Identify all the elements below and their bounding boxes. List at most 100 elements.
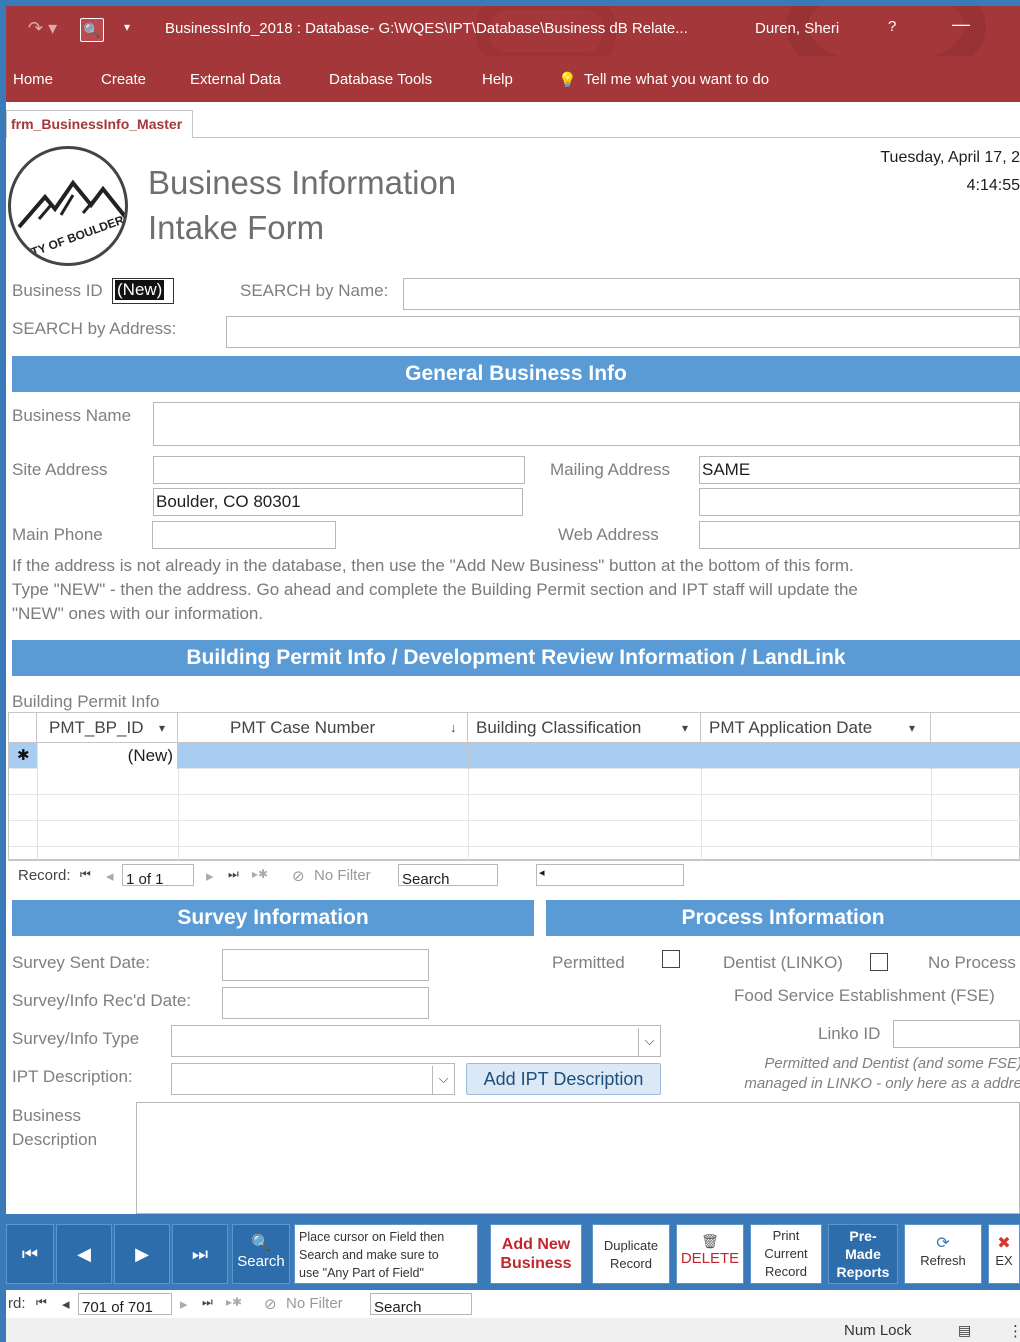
form-view-icon[interactable]: ▤: [958, 1322, 971, 1339]
column-building-classification-label: Building Classification: [476, 718, 642, 737]
main-phone-input[interactable]: [152, 521, 336, 549]
empty-row: [9, 795, 1020, 821]
first-record-button[interactable]: ⏮: [6, 1224, 54, 1284]
premade-label-line2: Made: [845, 1246, 881, 1262]
pre-made-reports-button[interactable]: Pre- Made Reports: [828, 1224, 898, 1284]
duplicate-label-line1: Duplicate: [603, 1238, 659, 1253]
search-button[interactable]: 🔍 Search: [232, 1224, 290, 1284]
quick-access-dropdown-icon[interactable]: ▾: [124, 20, 130, 34]
form-title-line1: Business Information: [148, 164, 457, 201]
chevron-down-icon[interactable]: ⌵: [638, 1028, 660, 1056]
last-record-button[interactable]: ⏭: [172, 1224, 228, 1284]
survey-recd-input[interactable]: [222, 987, 429, 1019]
column-dropdown-icon[interactable]: ▾: [159, 713, 165, 743]
last-record-icon[interactable]: ⏭: [228, 867, 239, 882]
new-record-row[interactable]: ✱ (New): [9, 743, 1020, 769]
next-record-button[interactable]: ▶: [114, 1224, 170, 1284]
ipt-description-select[interactable]: ⌵: [171, 1063, 455, 1095]
linko-note: Permitted and Dentist (and some FSE) man…: [692, 1054, 1020, 1094]
empty-row: [9, 769, 1020, 795]
mailing-address-input[interactable]: SAME: [699, 456, 1020, 484]
column-pmt-bp-id[interactable]: PMT_BP_ID ▾: [37, 713, 178, 743]
print-current-record-button[interactable]: Print Current Record: [750, 1224, 822, 1284]
prev-record-icon[interactable]: ◂: [62, 1295, 70, 1313]
duplicate-record-button[interactable]: Duplicate Record: [592, 1224, 670, 1284]
layout-view-icon[interactable]: ⋮: [1008, 1322, 1020, 1340]
minimize-button[interactable]: —: [952, 14, 970, 35]
new-record-icon[interactable]: ▸✱: [252, 867, 268, 881]
mailing-address-line2-input[interactable]: [699, 488, 1020, 516]
cell-divider: [701, 743, 702, 769]
first-record-icon[interactable]: ⏮: [36, 1295, 47, 1310]
business-description-input[interactable]: [136, 1102, 1020, 1214]
business-name-input[interactable]: [153, 402, 1020, 446]
exit-button[interactable]: ✖ EX: [988, 1224, 1020, 1284]
first-record-icon[interactable]: ⏮: [80, 867, 91, 882]
column-pmt-application-date[interactable]: PMT Application Date ▾: [701, 713, 931, 743]
new-record-icon[interactable]: ▸✱: [226, 1295, 242, 1309]
tell-me-box[interactable]: Tell me what you want to do: [584, 71, 769, 88]
previous-record-button[interactable]: ◀: [56, 1224, 112, 1284]
general-info-heading: General Business Info: [12, 356, 1020, 392]
undo-icon[interactable]: ↷ ▾: [28, 18, 57, 39]
column-building-classification[interactable]: Building Classification ▾: [468, 713, 701, 743]
subform-search-input[interactable]: Search: [398, 864, 498, 888]
dentist-checkbox[interactable]: [870, 953, 888, 971]
column-dropdown-icon[interactable]: ▾: [682, 713, 688, 743]
print-preview-icon[interactable]: 🔍: [80, 18, 104, 42]
column-divider: [701, 769, 702, 861]
survey-type-select[interactable]: ⌵: [171, 1025, 661, 1057]
site-address-input[interactable]: [153, 456, 525, 484]
column-divider: [468, 769, 469, 861]
add-new-business-button[interactable]: Add New Business: [490, 1224, 582, 1284]
form-search-input[interactable]: Search: [370, 1293, 472, 1316]
city-state-zip-input[interactable]: Boulder, CO 80301: [153, 488, 523, 516]
survey-type-label: Survey/Info Type: [12, 1029, 140, 1048]
business-id-field[interactable]: (New): [112, 278, 174, 304]
tab-home[interactable]: Home: [13, 71, 53, 88]
survey-heading: Survey Information: [12, 900, 534, 936]
scroll-left-icon[interactable]: ◂: [539, 866, 545, 879]
premade-label-line1: Pre-: [849, 1228, 877, 1244]
record-position-input[interactable]: 701 of 701: [78, 1293, 172, 1316]
tab-help[interactable]: Help: [482, 71, 513, 88]
search-address-input[interactable]: [226, 316, 1020, 348]
column-pmt-case-number[interactable]: PMT Case Number ↓: [178, 713, 468, 743]
no-filter-indicator[interactable]: No Filter: [314, 867, 371, 884]
sort-arrow-icon[interactable]: ↓: [450, 713, 457, 743]
intake-form: CITY OF BOULDER Business Information Int…: [6, 138, 1020, 1214]
web-address-input[interactable]: [699, 521, 1020, 549]
add-ipt-description-button[interactable]: Add IPT Description: [466, 1063, 661, 1095]
tab-database-tools[interactable]: Database Tools: [329, 71, 432, 88]
exit-label: EX: [995, 1253, 1013, 1268]
prev-record-icon[interactable]: ◂: [106, 867, 114, 885]
add-new-label-line1: Add New: [501, 1236, 571, 1253]
document-tab[interactable]: frm_BusinessInfo_Master: [6, 110, 194, 139]
select-all-corner[interactable]: [9, 713, 37, 743]
help-icon[interactable]: ?: [888, 18, 896, 35]
next-record-icon[interactable]: ▸: [180, 1295, 188, 1313]
new-record-id-cell[interactable]: (New): [37, 743, 178, 769]
last-record-icon[interactable]: ⏭: [202, 1295, 213, 1310]
mailing-address-value: SAME: [702, 460, 751, 479]
record-position-input[interactable]: 1 of 1: [122, 864, 194, 888]
tab-external-data[interactable]: External Data: [190, 71, 281, 88]
datasheet-header: PMT_BP_ID ▾ PMT Case Number ↓ Building C…: [9, 713, 1020, 743]
column-dropdown-icon[interactable]: ▾: [909, 713, 915, 743]
date-time: Tuesday, April 17, 2 4:14:55: [880, 144, 1020, 200]
user-name[interactable]: Duren, Sheri: [755, 20, 839, 37]
no-process-label: No Process: [928, 953, 1016, 972]
tab-create[interactable]: Create: [101, 71, 146, 88]
linko-id-input[interactable]: [893, 1020, 1020, 1048]
refresh-button[interactable]: ⟳ Refresh: [904, 1224, 982, 1284]
dentist-label: Dentist (LINKO): [723, 953, 843, 972]
survey-sent-input[interactable]: [222, 949, 429, 981]
horizontal-scrollbar[interactable]: ◂: [536, 864, 684, 886]
next-record-icon[interactable]: ▸: [206, 867, 214, 885]
delete-button[interactable]: 🗑 DELETE: [676, 1224, 744, 1284]
chevron-down-icon[interactable]: ⌵: [432, 1066, 454, 1094]
search-name-input[interactable]: [403, 278, 1020, 310]
fse-label: Food Service Establishment (FSE): [734, 986, 995, 1005]
permitted-checkbox[interactable]: [662, 950, 680, 968]
no-filter-indicator[interactable]: No Filter: [286, 1295, 343, 1312]
